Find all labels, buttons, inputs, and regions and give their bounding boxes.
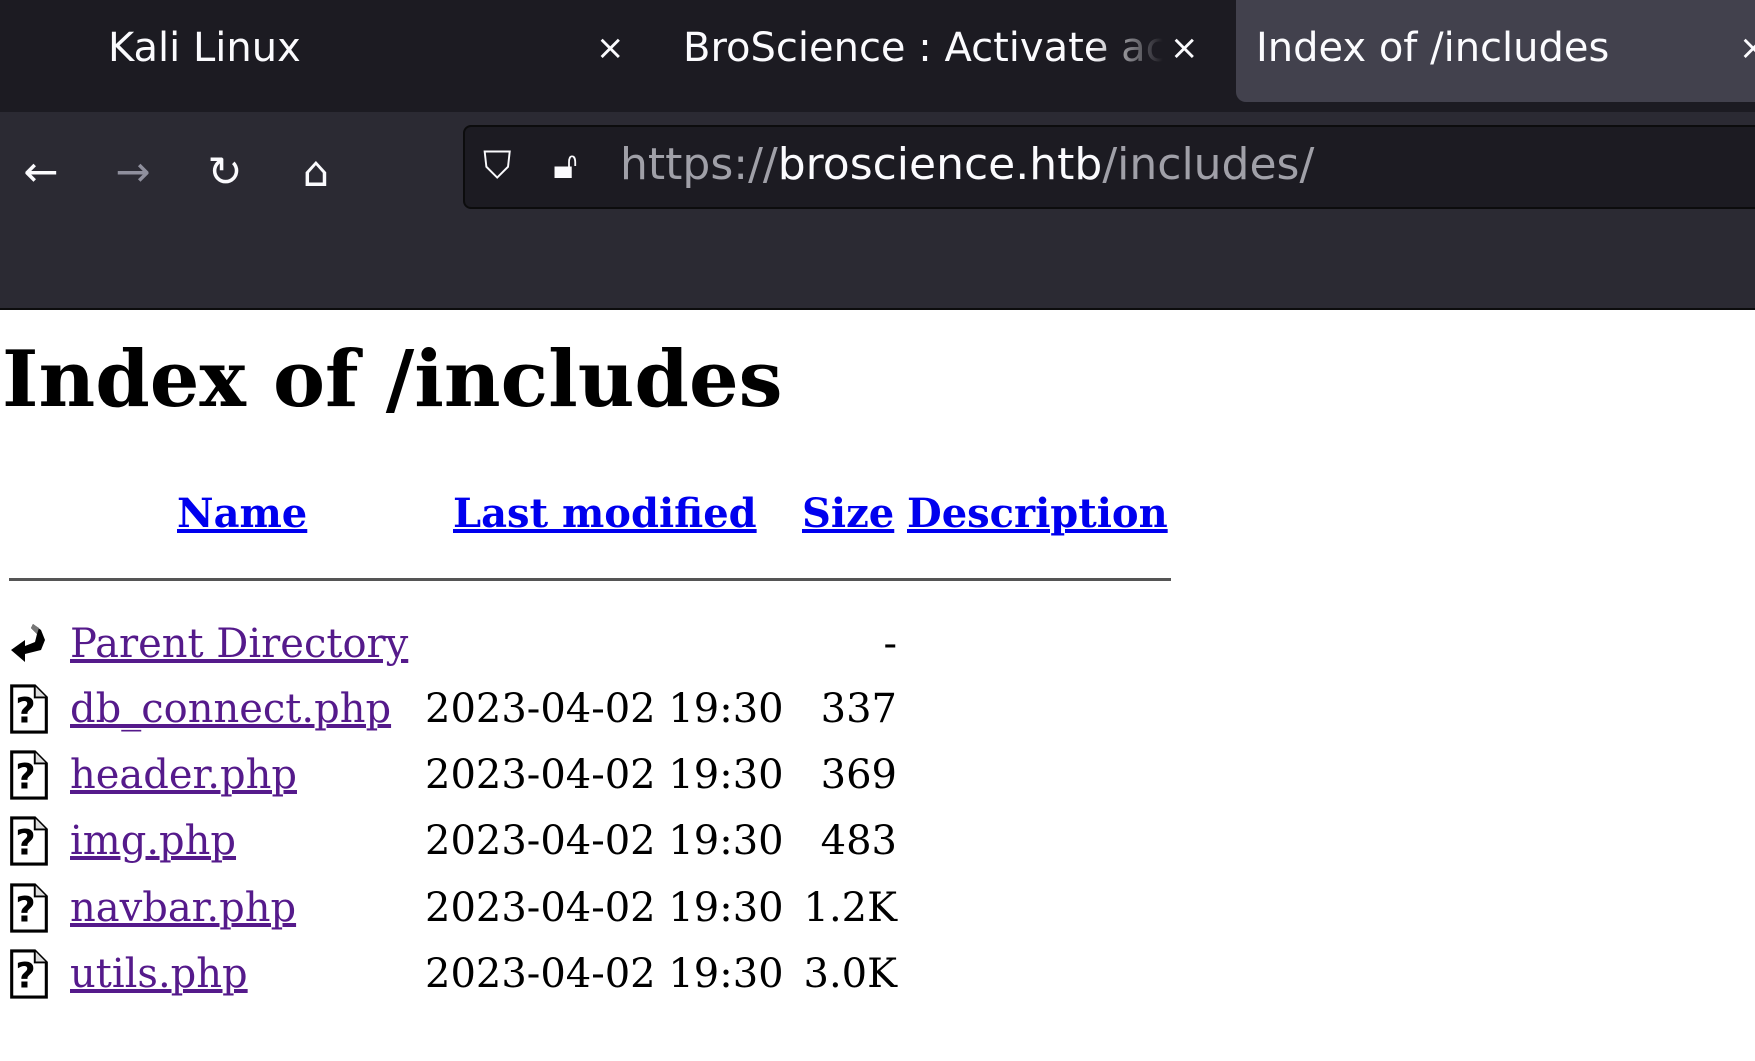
svg-text:?: ? [16, 757, 36, 797]
last-modified: 2023-04-02 19:30 [425, 951, 784, 997]
last-modified: 2023-04-02 19:30 [425, 752, 784, 798]
tab-kali-linux[interactable]: Kali Linux × [0, 0, 660, 102]
table-row: Parent Directory - [0, 611, 1200, 677]
file-link[interactable]: img.php [70, 808, 236, 874]
divider [9, 578, 1171, 581]
url-text[interactable]: https://broscience.htb/includes/ [620, 127, 1314, 203]
table-row: ? db_connect.php 2023-04-02 19:30 337 [0, 676, 1200, 742]
last-modified: 2023-04-02 19:30 [425, 818, 784, 864]
svg-text:?: ? [16, 956, 36, 996]
svg-text:?: ? [16, 823, 36, 863]
file-link[interactable]: db_connect.php [70, 676, 391, 742]
shield-icon[interactable]: ⛉ [483, 135, 512, 195]
file-link[interactable]: Parent Directory [70, 611, 408, 677]
last-modified: 2023-04-02 19:30 [425, 885, 784, 931]
file-size: 369 [820, 752, 897, 798]
back-icon [11, 624, 45, 662]
lock-warning-icon[interactable]: 🔓︎ [553, 135, 578, 195]
tab-label: BroScience : Activate account [683, 25, 1163, 71]
back-icon[interactable]: ← [11, 142, 71, 202]
url-host: broscience.htb [777, 139, 1103, 190]
unknown-file-icon: ? [10, 816, 48, 866]
close-tab-icon[interactable]: × [1739, 0, 1755, 96]
tab-label: Index of /includes [1256, 25, 1610, 71]
home-icon[interactable]: ⌂ [286, 142, 346, 202]
file-size: 337 [820, 686, 897, 732]
navigation-toolbar: ← → ↻ ⌂ ⛉ 🔓︎ https://broscience.htb/incl… [0, 112, 1755, 310]
file-size: 1.2K [803, 885, 898, 931]
file-link[interactable]: navbar.php [70, 875, 296, 941]
svg-text:?: ? [16, 890, 36, 930]
url-path: /includes/ [1102, 139, 1315, 190]
last-modified: 2023-04-02 19:30 [425, 686, 784, 732]
table-row: ? header.php 2023-04-02 19:30 369 [0, 742, 1200, 808]
sort-by-name-link[interactable]: Name [177, 490, 307, 537]
close-tab-icon[interactable]: × [596, 0, 625, 96]
sort-by-last-modified-link[interactable]: Last modified [453, 490, 757, 537]
sort-by-size-link[interactable]: Size [802, 490, 894, 537]
tab-bar: Kali Linux × BroScience : Activate accou… [0, 0, 1755, 112]
table-row: ? navbar.php 2023-04-02 19:30 1.2K [0, 875, 1200, 941]
unknown-file-icon: ? [10, 684, 48, 734]
page-title: Index of /includes [2, 334, 783, 425]
tab-broscience[interactable]: BroScience : Activate account × [670, 0, 1210, 102]
reload-icon[interactable]: ↻ [195, 142, 255, 202]
file-link[interactable]: header.php [70, 742, 297, 808]
table-row: ? img.php 2023-04-02 19:30 483 [0, 808, 1200, 874]
forward-icon[interactable]: → [103, 142, 163, 202]
file-size: 3.0K [803, 951, 898, 997]
url-scheme: https:// [620, 139, 778, 190]
sort-by-description-link[interactable]: Description [907, 490, 1168, 537]
tab-index-of-includes[interactable]: Index of /includes × [1236, 0, 1755, 102]
file-size: - [883, 621, 897, 667]
file-size: 483 [820, 818, 897, 864]
table-row: ? utils.php 2023-04-02 19:30 3.0K [0, 941, 1200, 1007]
svg-text:?: ? [16, 691, 36, 731]
unknown-file-icon: ? [10, 883, 48, 933]
tab-label: Kali Linux [108, 25, 301, 71]
url-bar[interactable]: ⛉ 🔓︎ https://broscience.htb/includes/ [463, 125, 1755, 209]
unknown-file-icon: ? [10, 750, 48, 800]
unknown-file-icon: ? [10, 949, 48, 999]
file-link[interactable]: utils.php [70, 941, 248, 1007]
close-tab-icon[interactable]: × [1170, 0, 1199, 96]
